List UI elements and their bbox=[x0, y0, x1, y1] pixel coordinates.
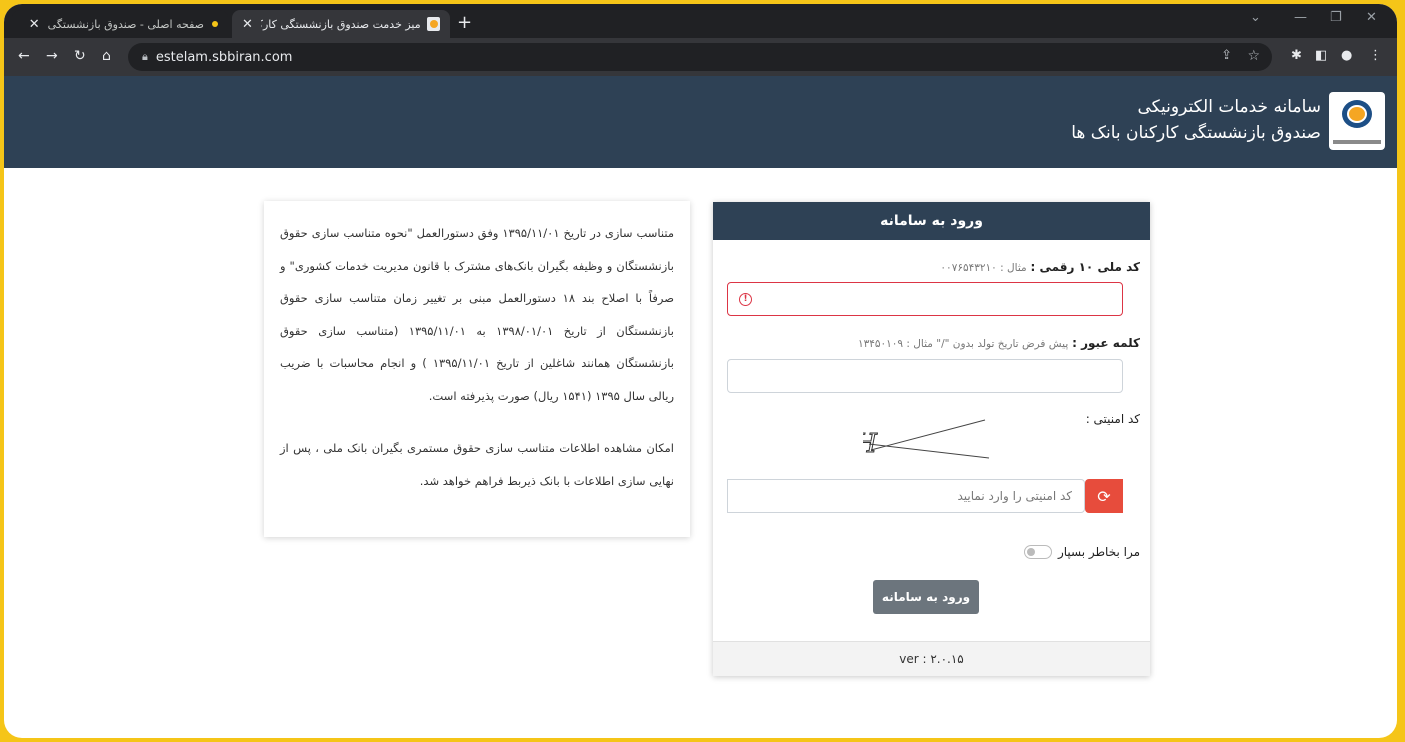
error-icon: ! bbox=[739, 293, 752, 306]
remember-label: مرا بخاطر بسپار bbox=[1057, 545, 1140, 559]
info-paragraph: متناسب سازی در تاریخ ۱۳۹۵/۱۱/۰۱ وفق دستو… bbox=[280, 226, 675, 403]
remember-toggle[interactable] bbox=[1023, 545, 1052, 559]
bookmark-star-icon[interactable]: ☆ bbox=[1247, 48, 1260, 64]
lock-icon[interactable]: 🔒︎ bbox=[142, 50, 148, 64]
captcha-image: rQGH bbox=[863, 419, 990, 460]
password-label: کلمه عبور : پیش فرض تاریخ تولد بدون "/" … bbox=[857, 336, 1140, 350]
browser-toolbar: ← → ↻ ⌂ 🔒︎ estelam.sbbiran.com ⇪ ☆ ✱ ◧ ●… bbox=[4, 38, 1397, 76]
site-title-line2: صندوق بازنشستگی کارکنان بانک ها bbox=[1071, 123, 1321, 143]
login-submit-button[interactable]: ورود به سامانه bbox=[873, 580, 979, 614]
password-input[interactable] bbox=[727, 359, 1123, 393]
back-icon[interactable]: ← bbox=[18, 48, 30, 64]
close-icon[interactable]: ✕ bbox=[29, 17, 40, 32]
profile-icon[interactable]: ● bbox=[1341, 48, 1352, 63]
address-bar[interactable]: 🔒︎ estelam.sbbiran.com ⇪ ☆ bbox=[128, 43, 1272, 71]
version-footer: ver : ۲.۰.۱۵ bbox=[713, 641, 1150, 676]
tab-search-icon[interactable]: ⌄ bbox=[1250, 10, 1261, 25]
national-code-label: کد ملی ۱۰ رقمی : مثال : ۰۰۷۶۵۴۳۲۱۰ bbox=[940, 260, 1140, 274]
site-title: سامانه خدمات الکترونیکی صندوق بازنشستگی … bbox=[1071, 94, 1321, 146]
forward-icon[interactable]: → bbox=[46, 48, 58, 64]
site-header: سامانه خدمات الکترونیکی صندوق بازنشستگی … bbox=[4, 76, 1397, 168]
national-code-input[interactable] bbox=[727, 282, 1123, 316]
site-favicon-icon bbox=[426, 17, 440, 31]
tab-bar: صفحه اصلی - صندوق بازنشستگی ✕ میز خدمت ص… bbox=[4, 4, 1397, 38]
password-hint: پیش فرض تاریخ تولد بدون "/" مثال : ۱۳۴۵۰… bbox=[857, 338, 1069, 350]
version-text: ver : ۲.۰.۱۵ bbox=[899, 652, 964, 666]
login-card: ورود به سامانه کد ملی ۱۰ رقمی : مثال : ۰… bbox=[713, 202, 1150, 676]
reload-icon[interactable]: ↻ bbox=[74, 48, 86, 64]
close-icon[interactable]: ✕ bbox=[242, 17, 253, 32]
extensions-icon[interactable]: ✱ bbox=[1291, 48, 1302, 63]
tab-home[interactable]: صفحه اصلی - صندوق بازنشستگی ✕ bbox=[12, 10, 228, 38]
share-icon[interactable]: ⇪ bbox=[1221, 48, 1232, 63]
window-close-icon[interactable]: ✕ bbox=[1366, 10, 1377, 25]
tab-indicator-icon bbox=[212, 21, 218, 27]
info-panel: متناسب سازی در تاریخ ۱۳۹۵/۱۱/۰۱ وفق دستو… bbox=[264, 201, 690, 537]
tab-service-desk[interactable]: میز خدمت صندوق بازنشستگی کارک ✕ bbox=[232, 10, 450, 38]
refresh-icon: ⟳ bbox=[1097, 486, 1111, 506]
captcha-label: کد امنیتی : bbox=[1085, 412, 1140, 426]
tab-title: صفحه اصلی - صندوق بازنشستگی bbox=[47, 17, 204, 31]
browser-window: صفحه اصلی - صندوق بازنشستگی ✕ میز خدمت ص… bbox=[4, 4, 1397, 738]
captcha-input[interactable] bbox=[727, 479, 1085, 513]
restore-icon[interactable]: ❐ bbox=[1330, 10, 1342, 25]
url-text: estelam.sbbiran.com bbox=[155, 49, 293, 65]
national-code-hint: مثال : ۰۰۷۶۵۴۳۲۱۰ bbox=[940, 262, 1027, 274]
refresh-captcha-button[interactable]: ⟳ bbox=[1085, 479, 1123, 513]
login-card-header: ورود به سامانه bbox=[713, 202, 1150, 240]
new-tab-button[interactable]: + bbox=[457, 12, 472, 33]
site-logo[interactable] bbox=[1329, 92, 1385, 150]
remember-me[interactable]: مرا بخاطر بسپار bbox=[1023, 545, 1140, 559]
menu-kebab-icon[interactable]: ⋮ bbox=[1369, 48, 1382, 63]
side-panel-icon[interactable]: ◧ bbox=[1315, 48, 1327, 63]
minimize-icon[interactable]: — bbox=[1294, 10, 1307, 25]
info-paragraph: امکان مشاهده اطلاعات متناسب سازی حقوق مس… bbox=[280, 441, 674, 488]
home-icon[interactable]: ⌂ bbox=[102, 48, 111, 64]
site-title-line1: سامانه خدمات الکترونیکی bbox=[1137, 97, 1321, 117]
captcha-text: rQGH bbox=[863, 429, 879, 459]
tab-title: میز خدمت صندوق بازنشستگی کارک bbox=[260, 17, 421, 31]
